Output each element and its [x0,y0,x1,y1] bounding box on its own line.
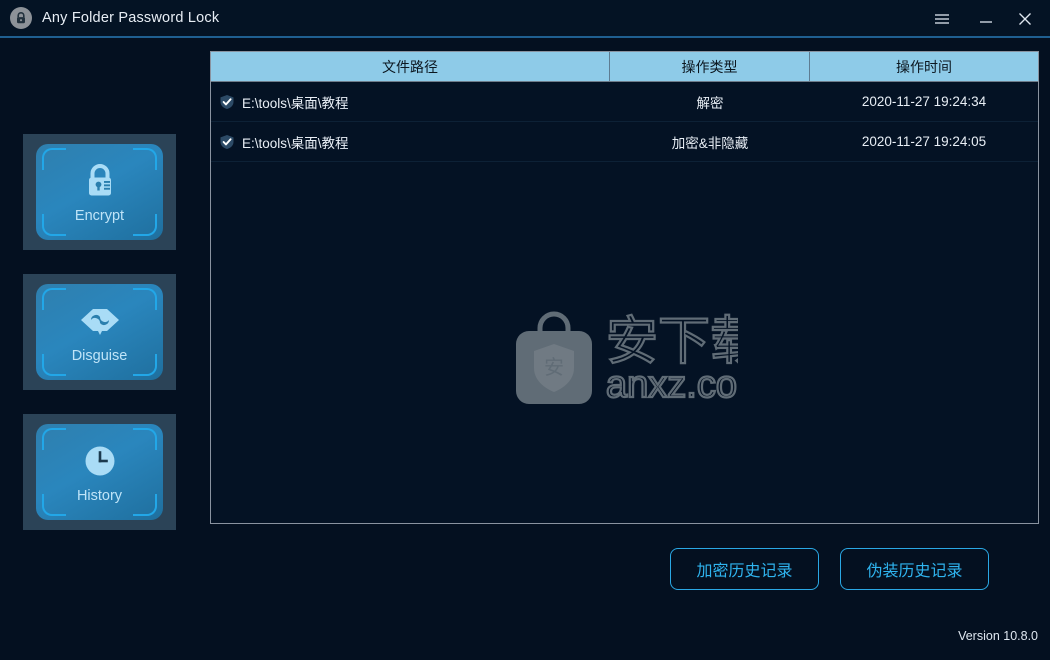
sidebar-item-label: Encrypt [74,208,125,224]
cell-operation-time: 2020-11-27 19:24:05 [861,134,987,149]
titlebar: Any Folder Password Lock [0,0,1050,38]
column-header-operation-type[interactable]: 操作类型 [610,52,810,81]
cell-operation-type: 解密 [696,95,724,111]
corner-accent-icon [42,494,66,516]
svg-text:安: 安 [544,355,564,379]
watermark: 安 安下载 anxz.com [211,310,1038,408]
corner-accent-icon [42,354,66,376]
watermark-cn-text: 安下载 [606,312,738,372]
column-header-file-path[interactable]: 文件路径 [211,52,610,81]
shield-check-icon[interactable] [219,94,235,110]
sidebar: Encrypt Disguise History [0,38,200,660]
padlock-icon [83,160,117,202]
sidebar-item-history[interactable]: History [23,414,176,530]
cell-file-path: E:\tools\桌面\教程 [211,82,610,121]
table-row[interactable]: E:\tools\桌面\教程 加密&非隐藏 2020-11-27 19:24:0… [211,122,1038,162]
sidebar-item-label: Disguise [71,348,128,364]
disguise-history-button[interactable]: 伪装历史记录 [840,548,989,590]
corner-accent-icon [42,288,66,310]
watermark-domain-text: anxz.com [606,364,738,403]
table-header: 文件路径 操作类型 操作时间 [211,52,1038,82]
sidebar-item-label: History [76,488,123,504]
encryption-history-button[interactable]: 加密历史记录 [670,548,819,590]
cell-file-path: E:\tools\桌面\教程 [211,122,610,161]
shield-check-icon[interactable] [219,134,235,150]
version-label: Version 10.8.0 [958,629,1038,643]
column-header-operation-time[interactable]: 操作时间 [810,52,1038,81]
clock-icon [81,440,119,482]
close-icon[interactable] [1004,0,1046,38]
table-body: 安 安下载 anxz.com [211,82,1038,523]
cell-operation-type: 加密&非隐藏 [671,135,749,151]
lock-badge-icon [10,7,32,29]
file-path-text: E:\tools\桌面\教程 [242,95,349,111]
corner-accent-icon [133,148,157,170]
corner-accent-icon [42,148,66,170]
window-controls [924,0,1050,38]
mask-icon [78,300,122,342]
cell-operation-time: 2020-11-27 19:24:34 [861,94,987,109]
history-table: 文件路径 操作类型 操作时间 安 安下载 anxz.com [210,51,1039,524]
window-title: Any Folder Password Lock [42,10,220,26]
corner-accent-icon [133,428,157,450]
minimize-icon[interactable] [968,0,1004,38]
corner-accent-icon [133,214,157,236]
file-path-text: E:\tools\桌面\教程 [242,135,349,151]
corner-accent-icon [133,494,157,516]
table-row[interactable]: E:\tools\桌面\教程 解密 2020-11-27 19:24:34 [211,82,1038,122]
sidebar-item-disguise[interactable]: Disguise [23,274,176,390]
corner-accent-icon [42,214,66,236]
bag-shield-icon: 安 [515,311,592,404]
corner-accent-icon [133,354,157,376]
application-window: Any Folder Password Lock Encrypt Disguis… [0,0,1050,660]
sidebar-item-encrypt[interactable]: Encrypt [23,134,176,250]
corner-accent-icon [42,428,66,450]
menu-icon[interactable] [924,0,960,38]
corner-accent-icon [133,288,157,310]
